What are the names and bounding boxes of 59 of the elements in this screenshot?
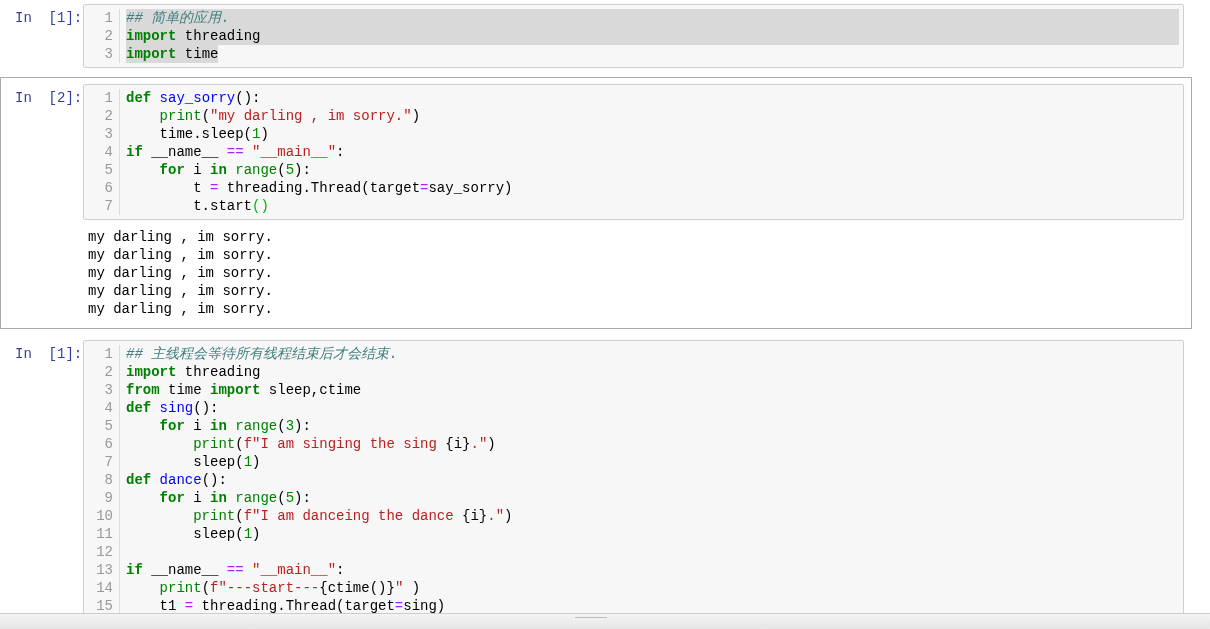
line-number: 7: [103, 453, 113, 471]
output-line: my darling , im sorry.: [88, 228, 274, 246]
line-number: 14: [95, 579, 113, 597]
code-line: def sing():: [126, 399, 219, 417]
line-number: 1: [103, 9, 113, 27]
line-number: 6: [103, 179, 113, 197]
code-line: def dance():: [126, 471, 227, 489]
horizontal-scrollbar[interactable]: [0, 613, 1210, 629]
code-line: for i in range(5):: [158, 489, 311, 507]
line-number: 5: [103, 161, 113, 179]
line-number: 2: [103, 27, 113, 45]
code-line: for i in range(5):: [158, 161, 311, 179]
line-number: 6: [103, 435, 113, 453]
input-prompt: In [2]:: [14, 89, 83, 108]
code-editor[interactable]: 1 2 3 ## 简单的应用. import threading import time: [83, 4, 1184, 68]
code-line: print(f"---start---{ctime()}" ): [158, 579, 421, 597]
code-editor[interactable]: 1 2 3 4 5 6 7 def say_sorry(): print("my darling , im sorry.") time.sleep(1) if __name__ == "__main__": for i in range(5): t = threading.Thread(target=say_sorry) t.start(): [83, 84, 1184, 220]
line-number: 3: [103, 125, 113, 143]
line-number: 13: [95, 561, 113, 579]
code-line: print("my darling , im sorry."): [158, 107, 421, 125]
selected-cell[interactable]: [0, 77, 1192, 329]
code-line: t = threading.Thread(target=say_sorry): [192, 179, 513, 197]
line-number: 5: [103, 417, 113, 435]
code-line: if __name__ == "__main__":: [126, 143, 345, 161]
line-number: 4: [103, 399, 113, 417]
output-line: my darling , im sorry.: [88, 264, 274, 282]
line-number: 7: [103, 197, 113, 215]
line-number: 2: [103, 363, 113, 381]
line-number: 11: [95, 525, 113, 543]
code-line: from time import sleep,ctime: [126, 381, 362, 399]
code-line: t1 = threading.Thread(target=sing): [158, 597, 446, 614]
line-number: 12: [95, 543, 113, 561]
code-line: ## 主线程会等待所有线程结束后才会结束.: [126, 345, 398, 363]
line-number: 15: [95, 597, 113, 614]
code-line: print(f"I am danceing the dance {i}."): [192, 507, 513, 525]
line-number: 1: [103, 345, 113, 363]
input-prompt: In [1]:: [14, 9, 83, 28]
output-line: my darling , im sorry.: [88, 282, 274, 300]
code-line: print(f"I am singing the sing {i}."): [192, 435, 496, 453]
code-line: for i in range(3):: [158, 417, 311, 435]
output-line: my darling , im sorry.: [88, 246, 274, 264]
line-number: 4: [103, 143, 113, 161]
code-line: sleep(1): [192, 453, 261, 471]
input-prompt: In [1]:: [14, 345, 83, 364]
code-line: t.start(): [192, 197, 269, 215]
line-number: 2: [103, 107, 113, 125]
code-editor[interactable]: [83, 340, 1184, 614]
line-number: 1: [103, 89, 113, 107]
line-number: 9: [103, 489, 113, 507]
line-number: 8: [103, 471, 113, 489]
code-line: sleep(1): [192, 525, 261, 543]
code-line: import threading: [126, 363, 261, 381]
code-line: def say_sorry():: [126, 89, 261, 107]
output-line: my darling , im sorry.: [88, 300, 274, 318]
line-number: 3: [103, 45, 113, 63]
code-line: time.sleep(1): [158, 125, 269, 143]
line-number: 10: [95, 507, 113, 525]
line-number: 3: [103, 381, 113, 399]
code-line: if __name__ == "__main__":: [126, 561, 345, 579]
